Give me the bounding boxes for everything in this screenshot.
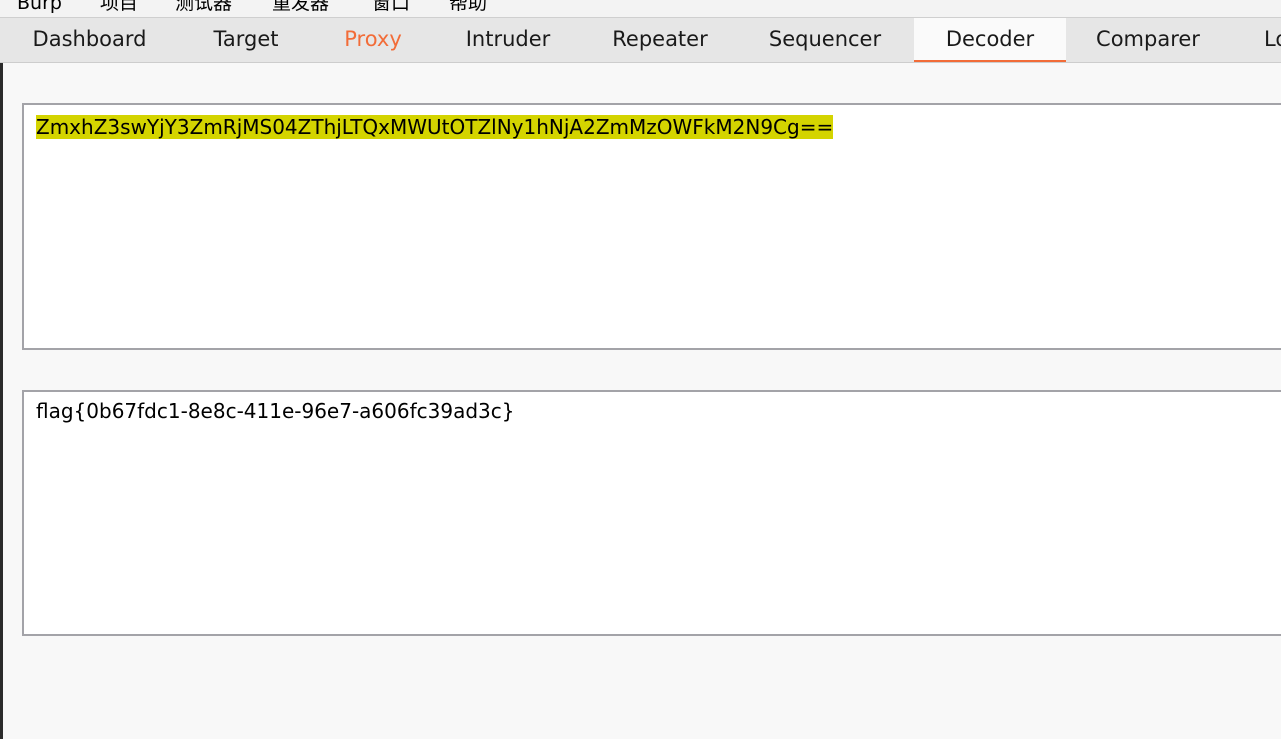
tab-dashboard[interactable]: Dashboard bbox=[8, 18, 171, 62]
decoder-output-panel[interactable]: flag{0b67fdc1-8e8c-411e-96e7-a606fc39ad3… bbox=[22, 390, 1281, 636]
decoder-output-text[interactable]: flag{0b67fdc1-8e8c-411e-96e7-a606fc39ad3… bbox=[36, 398, 515, 424]
tab-repeater[interactable]: Repeater bbox=[590, 18, 730, 62]
menu-bar: Burp 项目 测试器 重发器 窗口 帮助 bbox=[0, 0, 1281, 17]
menu-intruder[interactable]: 测试器 bbox=[175, 0, 232, 15]
window-left-edge bbox=[0, 63, 3, 739]
tab-proxy[interactable]: Proxy bbox=[318, 18, 428, 62]
decoder-input-panel[interactable]: ZmxhZ3swYjY3ZmRjMS04ZThjLTQxMWUtOTZlNy1h… bbox=[22, 103, 1281, 350]
tab-comparer[interactable]: Comparer bbox=[1078, 18, 1218, 62]
menu-burp[interactable]: Burp bbox=[17, 0, 62, 15]
tab-decoder[interactable]: Decoder bbox=[914, 18, 1066, 62]
menu-help[interactable]: 帮助 bbox=[449, 0, 487, 15]
decoder-input-text[interactable]: ZmxhZ3swYjY3ZmRjMS04ZThjLTQxMWUtOTZlNy1h… bbox=[36, 114, 834, 140]
tab-sequencer[interactable]: Sequencer bbox=[752, 18, 898, 62]
selected-input-text[interactable]: ZmxhZ3swYjY3ZmRjMS04ZThjLTQxMWUtOTZlNy1h… bbox=[36, 115, 834, 139]
tab-intruder[interactable]: Intruder bbox=[440, 18, 576, 62]
tab-logger-partial[interactable]: Lo bbox=[1246, 18, 1281, 62]
menu-project[interactable]: 项目 bbox=[100, 0, 138, 15]
tool-tab-bar: Dashboard Target Proxy Intruder Repeater… bbox=[0, 17, 1281, 63]
menu-window[interactable]: 窗口 bbox=[372, 0, 410, 15]
menu-repeater[interactable]: 重发器 bbox=[272, 0, 329, 15]
tab-target[interactable]: Target bbox=[180, 18, 312, 62]
